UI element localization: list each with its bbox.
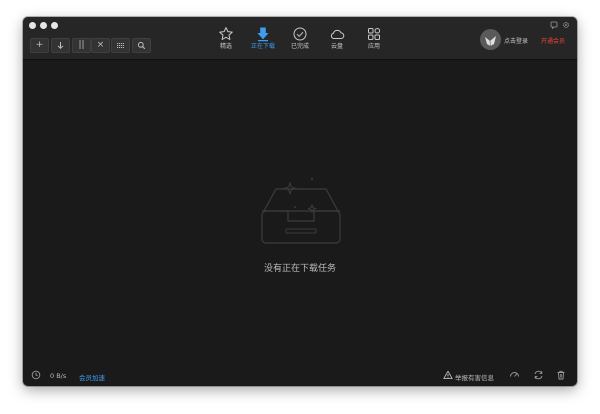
app-window: + || × 精选 正在下载 已完成 云盘 应用 点击登录 开通会员 没有正在下… xyxy=(23,17,577,386)
empty-state-message: 没有正在下载任务 xyxy=(263,264,336,274)
bird-logo-icon xyxy=(485,36,496,47)
close-icon: × xyxy=(96,40,105,50)
tab-apps-label: 应用 xyxy=(367,43,380,50)
trash-icon[interactable] xyxy=(556,370,566,380)
avatar[interactable] xyxy=(480,29,501,50)
tab-completed-label: 已完成 xyxy=(290,43,309,50)
tab-completed[interactable]: 已完成 xyxy=(283,26,317,58)
warning-icon xyxy=(443,370,453,380)
new-task-button[interactable]: + xyxy=(30,38,49,53)
clock-icon[interactable] xyxy=(31,370,41,380)
window-maximize-button[interactable] xyxy=(51,22,58,29)
star-icon xyxy=(219,27,233,40)
tab-featured-label: 精选 xyxy=(219,43,232,50)
apps-icon xyxy=(368,27,381,40)
message-icon[interactable] xyxy=(550,21,558,29)
cloud-icon xyxy=(330,29,345,39)
report-harmful-link[interactable]: 举报有害信息 xyxy=(455,372,494,382)
vip-link[interactable]: 开通会员 xyxy=(541,36,565,45)
download-icon xyxy=(57,42,64,50)
vip-accelerate-link[interactable]: 会员加速 xyxy=(79,372,105,382)
plus-icon: + xyxy=(35,40,44,50)
tab-downloading-label: 正在下载 xyxy=(250,43,275,50)
sync-icon[interactable] xyxy=(533,370,544,380)
empty-tray-illustration xyxy=(261,177,341,244)
pause-icon: || xyxy=(78,40,85,50)
start-task-button[interactable] xyxy=(51,38,70,53)
gear-icon[interactable] xyxy=(562,21,570,29)
check-circle-icon xyxy=(293,27,307,41)
status-bar: 0 B/s 会员加速 举报有害信息 xyxy=(23,367,577,386)
tab-featured[interactable]: 精选 xyxy=(209,26,243,58)
search-button[interactable] xyxy=(132,38,151,53)
speed-limit-icon[interactable] xyxy=(509,370,520,380)
tab-downloading[interactable]: 正在下载 xyxy=(246,26,280,58)
tab-apps[interactable]: 应用 xyxy=(357,26,391,58)
list-view-button[interactable] xyxy=(111,38,130,53)
search-icon xyxy=(137,41,146,50)
pause-task-button[interactable]: || xyxy=(72,38,91,53)
delete-task-button[interactable]: × xyxy=(91,38,110,53)
tab-cloud[interactable]: 云盘 xyxy=(320,26,354,58)
download-arrow-icon xyxy=(257,27,269,42)
window-close-button[interactable] xyxy=(29,22,36,29)
tab-cloud-label: 云盘 xyxy=(330,43,343,50)
download-speed: 0 B/s xyxy=(50,372,67,380)
login-link[interactable]: 点击登录 xyxy=(504,36,528,45)
list-icon xyxy=(117,43,124,48)
title-bar: + || × 精选 正在下载 已完成 云盘 应用 点击登录 开通会员 xyxy=(23,17,577,60)
window-minimize-button[interactable] xyxy=(40,22,47,29)
